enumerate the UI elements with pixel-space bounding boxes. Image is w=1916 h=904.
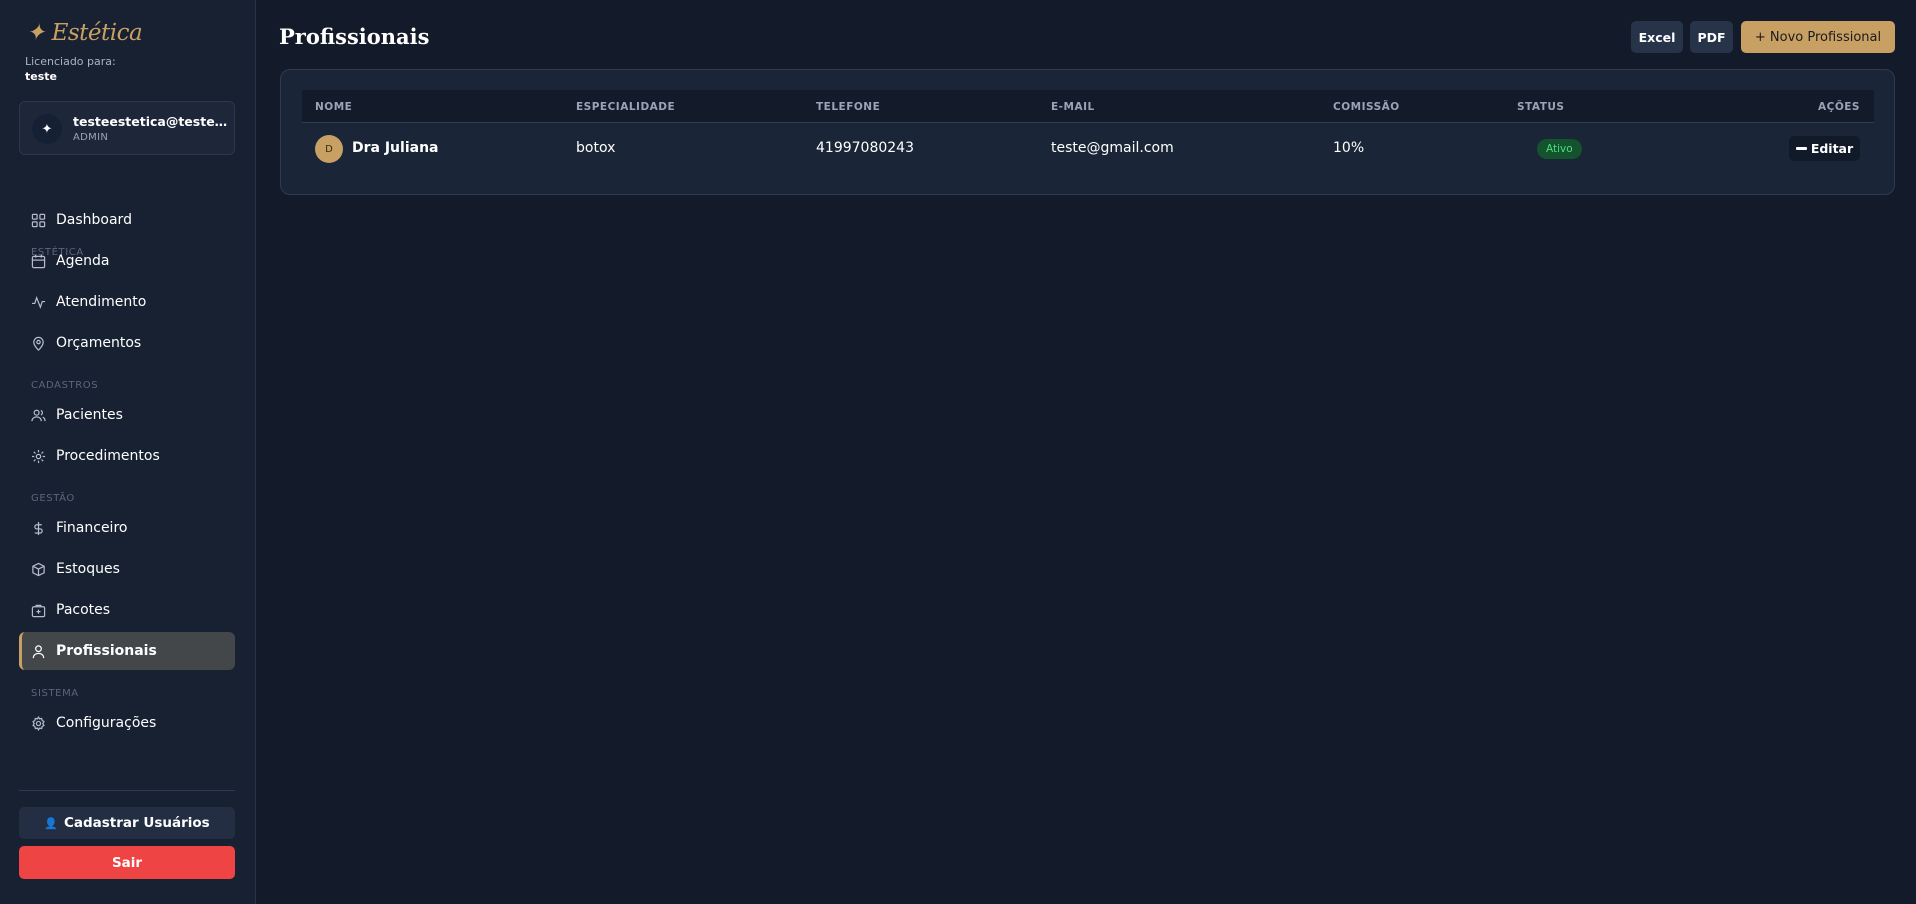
- licensed-label: Licenciado para:: [25, 55, 116, 68]
- user-email: testeestetica@teste.com: [73, 114, 231, 129]
- sidebar-divider: [19, 790, 235, 791]
- sidebar-item-label: Agenda: [56, 253, 110, 269]
- sidebar-item-dashboard[interactable]: Dashboard: [19, 201, 235, 239]
- sidebar-item-label: Profissionais: [56, 643, 157, 659]
- sidebar-item-label: Estoques: [56, 561, 120, 577]
- export-pdf-button[interactable]: PDF: [1690, 21, 1733, 53]
- logout-button[interactable]: Sair: [19, 846, 235, 879]
- column-header-acoes: AÇÕES: [1818, 101, 1860, 113]
- column-header-email: E-MAIL: [1051, 101, 1095, 113]
- column-header-nome: NOME: [315, 101, 353, 113]
- sidebar-item-configuracoes[interactable]: Configurações: [19, 704, 235, 742]
- sidebar-item-label: Procedimentos: [56, 448, 160, 464]
- sidebar-item-pacotes[interactable]: Pacotes: [19, 591, 235, 629]
- sidebar-item-estoques[interactable]: Estoques: [19, 550, 235, 588]
- sidebar-item-label: Pacientes: [56, 407, 123, 423]
- sidebar-item-procedimentos[interactable]: Procedimentos: [19, 437, 235, 475]
- column-header-especialidade: ESPECIALIDADE: [576, 101, 676, 113]
- section-label-cadastros: CADASTROS: [31, 380, 99, 391]
- sidebar-item-label: Dashboard: [56, 212, 132, 228]
- sidebar-item-label: Atendimento: [56, 294, 147, 310]
- gear-icon: [32, 716, 45, 731]
- user-role: ADMIN: [73, 132, 109, 143]
- page-title: Profissionais: [279, 24, 430, 49]
- licensed-name: teste: [25, 70, 57, 83]
- grid-icon: [31, 213, 46, 228]
- section-label-sistema: SISTEMA: [31, 688, 79, 699]
- professional-commission: 10%: [1333, 140, 1365, 156]
- sidebar-item-pacientes[interactable]: Pacientes: [19, 396, 235, 434]
- user-emoji-icon: 👤: [44, 816, 58, 830]
- professional-phone: 41997080243: [816, 140, 914, 156]
- calendar-icon: [31, 254, 46, 269]
- column-header-comissao: COMISSÃO: [1333, 101, 1400, 113]
- status-badge: Ativo: [1537, 139, 1582, 159]
- user-card[interactable]: ✦ testeestetica@teste.com ADMIN: [19, 101, 235, 155]
- register-users-button[interactable]: 👤 Cadastrar Usuários: [19, 807, 235, 839]
- register-users-label: Cadastrar Usuários: [63, 815, 210, 831]
- column-header-status: STATUS: [1517, 101, 1565, 113]
- sidebar-item-label: Financeiro: [56, 520, 128, 536]
- edit-button[interactable]: Editar: [1789, 136, 1860, 161]
- activity-icon: [31, 296, 46, 309]
- user-avatar: ✦: [32, 114, 62, 144]
- professionals-table: NOME ESPECIALIDADE TELEFONE E-MAIL COMIS…: [280, 69, 1895, 195]
- avatar: D: [315, 135, 343, 163]
- box-icon: [32, 562, 45, 577]
- pencil-icon: [1795, 147, 1807, 150]
- professional-email: teste@gmail.com: [1051, 140, 1174, 156]
- package-icon: [31, 604, 46, 618]
- sidebar-item-agenda[interactable]: Agenda: [19, 242, 235, 280]
- column-header-telefone: TELEFONE: [816, 101, 881, 113]
- users-icon: [31, 409, 46, 422]
- dollar-icon: [34, 521, 43, 536]
- sidebar-item-label: Orçamentos: [56, 335, 142, 351]
- sidebar-item-atendimento[interactable]: Atendimento: [19, 283, 235, 321]
- section-label-gestao: GESTÃO: [31, 493, 75, 504]
- sidebar-item-label: Pacotes: [56, 602, 111, 618]
- export-excel-button[interactable]: Excel: [1631, 21, 1683, 53]
- sidebar-item-orcamentos[interactable]: Orçamentos: [19, 324, 235, 362]
- professional-name: Dra Juliana: [352, 140, 439, 156]
- sidebar-item-label: Configurações: [56, 715, 157, 731]
- sidebar-item-financeiro[interactable]: Financeiro: [19, 509, 235, 547]
- edit-label: Editar: [1810, 141, 1854, 156]
- sparkle-icon: [31, 449, 46, 464]
- table-row[interactable]: D Dra Juliana botox 41997080243 teste@gm…: [302, 124, 1874, 174]
- brand-logo: ✦ Estética: [26, 20, 143, 46]
- new-professional-button[interactable]: + Novo Profissional: [1741, 21, 1895, 53]
- sidebar-item-profissionais[interactable]: Profissionais: [19, 632, 235, 670]
- map-pin-icon: [33, 336, 44, 351]
- user-icon: [32, 645, 45, 659]
- table-header: NOME ESPECIALIDADE TELEFONE E-MAIL COMIS…: [302, 90, 1874, 123]
- professional-specialty: botox: [576, 140, 616, 156]
- sidebar: ✦ Estética Licenciado para: teste ✦ test…: [0, 0, 256, 904]
